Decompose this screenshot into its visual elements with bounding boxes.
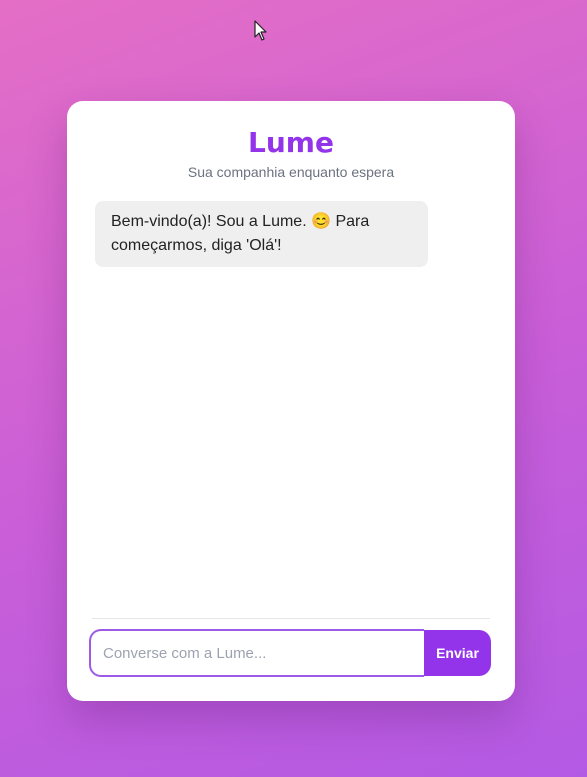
app-title: Lume — [248, 126, 334, 159]
chat-card: Lume Sua companhia enquanto espera Bem-v… — [67, 101, 515, 701]
message-input[interactable] — [89, 629, 424, 677]
mouse-pointer-icon — [254, 20, 267, 41]
message-composer: Enviar — [89, 629, 491, 679]
app-subtitle: Sua companhia enquanto espera — [187, 164, 395, 180]
send-button[interactable]: Enviar — [424, 630, 491, 676]
bot-message: Bem-vindo(a)! Sou a Lume. 😊 Para começar… — [95, 201, 428, 267]
chat-header: Lume Sua companhia enquanto espera — [67, 101, 515, 180]
composer-divider — [92, 618, 490, 619]
message-list: Bem-vindo(a)! Sou a Lume. 😊 Para começar… — [95, 201, 487, 267]
